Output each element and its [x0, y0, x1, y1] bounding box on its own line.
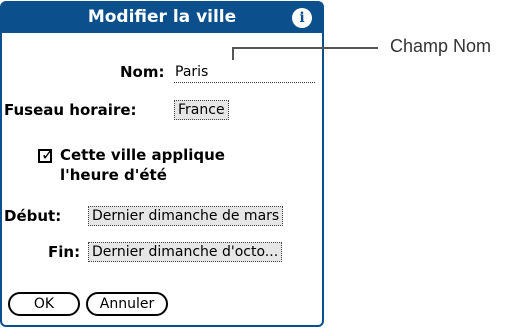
edit-city-dialog: Modifier la ville i Nom: Paris Fuseau ho… — [0, 1, 324, 327]
callout-line-horizontal — [232, 47, 378, 49]
callout-line-vertical — [232, 47, 234, 60]
timezone-selector[interactable]: France — [174, 100, 229, 120]
callout-label: Champ Nom — [390, 36, 492, 56]
start-label: Début: — [4, 207, 62, 225]
ok-button[interactable]: OK — [8, 292, 80, 316]
dst-checkbox-label-line2: l'heure d'été — [60, 166, 167, 184]
checkmark-icon: ✓ — [41, 145, 55, 164]
dst-checkbox[interactable]: ✓ — [38, 145, 54, 164]
start-selector[interactable]: Dernier dimanche de mars — [88, 206, 284, 226]
dialog-title: Modifier la ville — [87, 7, 237, 27]
end-selector[interactable]: Dernier dimanche d'octo... — [88, 242, 283, 262]
info-icon[interactable]: i — [292, 8, 312, 28]
name-label: Nom: — [120, 63, 165, 81]
name-field[interactable]: Paris — [174, 64, 315, 83]
end-label: Fin: — [48, 243, 81, 261]
dst-checkbox-label-line1: Cette ville applique — [60, 146, 225, 164]
dialog-titlebar: Modifier la ville i — [2, 3, 322, 33]
timezone-label: Fuseau horaire: — [4, 101, 137, 119]
cancel-button[interactable]: Annuler — [86, 292, 168, 316]
